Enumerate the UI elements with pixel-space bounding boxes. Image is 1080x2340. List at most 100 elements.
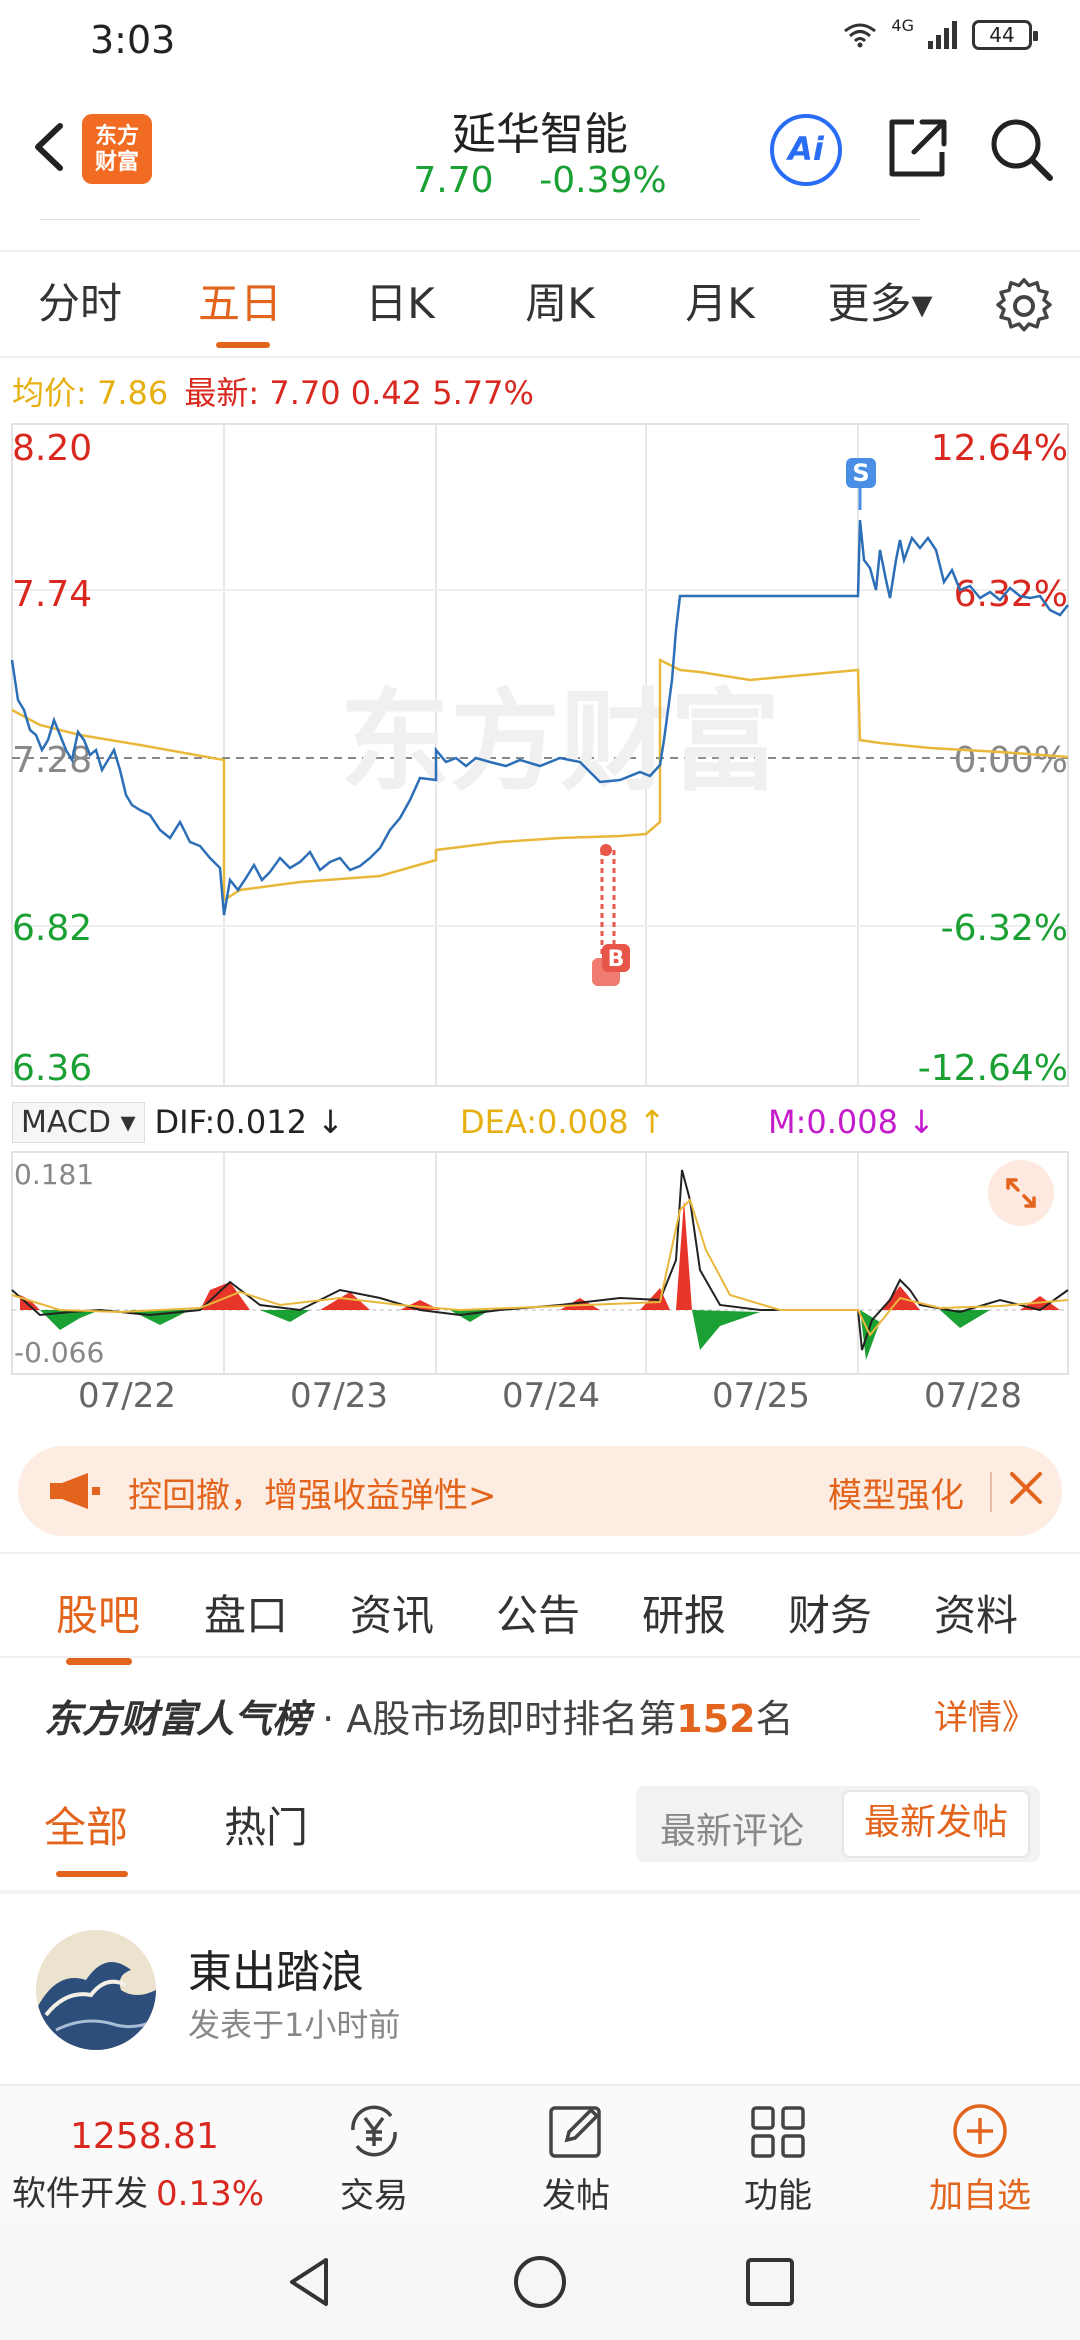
ai-assistant-button[interactable]: Ai xyxy=(770,114,842,186)
tab-daily-k[interactable]: 日K xyxy=(320,250,480,358)
popularity-ranking: 东方财富人气榜 · A股市场即时排名第152名 xyxy=(44,1688,794,1743)
battery-icon: 44 xyxy=(972,20,1038,50)
plus-circle-icon xyxy=(953,2104,1007,2158)
tab-finance[interactable]: 财务 xyxy=(788,1582,872,1643)
tab-pankou[interactable]: 盘口 xyxy=(204,1582,288,1643)
promo-text: 控回撤，增强收益弹性> xyxy=(128,1476,497,1516)
tab-research[interactable]: 研报 xyxy=(642,1582,726,1643)
macd-histogram xyxy=(20,1200,1060,1360)
back-triangle-icon[interactable] xyxy=(280,2252,340,2312)
sell-marker-label: S xyxy=(852,459,869,487)
sort-toggle: 最新评论 最新发帖 xyxy=(636,1786,1040,1862)
date-label-1: 07/23 xyxy=(290,1376,388,1416)
tab-guba[interactable]: 股吧 xyxy=(56,1582,140,1665)
filter-hot[interactable]: 热门 xyxy=(224,1794,308,1855)
y-right-0: 12.64% xyxy=(931,428,1068,469)
post-item[interactable]: 東出踏浪 发表于1小时前 xyxy=(0,1894,1080,2094)
promo-divider xyxy=(990,1472,992,1512)
sector-pct: 0.13% xyxy=(156,2174,265,2214)
nav-trade-label: 交易 xyxy=(340,2176,408,2216)
nav-functions[interactable]: 功能 xyxy=(718,2100,838,2217)
home-circle-icon[interactable] xyxy=(510,2252,570,2312)
nav-post[interactable]: 发帖 xyxy=(516,2100,636,2217)
tab-more[interactable]: 更多▾ xyxy=(800,250,960,358)
tab-five-day[interactable]: 五日 xyxy=(160,250,320,358)
status-time: 3:03 xyxy=(90,18,176,62)
compose-icon xyxy=(549,2106,601,2158)
date-label-0: 07/22 xyxy=(78,1376,176,1416)
macd-dea: DEA:0.008 ↑ xyxy=(460,1103,666,1141)
yen-refresh-icon xyxy=(351,2105,397,2157)
ranking-text-before: A股市场即时排名第 xyxy=(346,1697,677,1741)
tab-weekly-k[interactable]: 周K xyxy=(480,250,640,358)
sector-name: 软件开发 xyxy=(12,2174,148,2214)
macd-m: M:0.008 ↓ xyxy=(768,1103,935,1141)
avg-label: 均价: xyxy=(12,374,87,412)
latest-label: 最新: xyxy=(184,374,260,412)
tab-profile[interactable]: 资料 xyxy=(934,1582,1018,1643)
stock-price: 7.70 xyxy=(413,160,494,201)
nav-add-watchlist-label: 加自选 xyxy=(929,2176,1031,2216)
expand-icon[interactable] xyxy=(988,1160,1054,1226)
tab-monthly-k[interactable]: 月K xyxy=(640,250,800,358)
y-left-2: 7.28 xyxy=(12,740,92,781)
date-label-4: 07/28 xyxy=(924,1376,1022,1416)
y-right-1: 6.32% xyxy=(954,574,1068,615)
news-ticker-strip xyxy=(0,212,1080,220)
indicator-selector[interactable]: MACD ▾ xyxy=(12,1101,145,1143)
tab-intraday[interactable]: 分时 xyxy=(0,250,160,358)
macd-ymin: -0.066 xyxy=(14,1336,104,1369)
post-time: 发表于1小时前 xyxy=(188,2006,401,2044)
buy-marker-label: B xyxy=(608,947,625,972)
latest-change: 0.42 xyxy=(350,374,423,412)
sell-marker[interactable]: S xyxy=(846,458,876,510)
tab-news[interactable]: 资讯 xyxy=(350,1582,434,1643)
promo-banner[interactable]: 控回撤，增强收益弹性> 模型强化 xyxy=(18,1446,1062,1536)
chart-period-tabs: 分时 五日 日K 周K 月K 更多▾ xyxy=(0,250,1080,358)
nav-post-label: 发帖 xyxy=(542,2176,610,2216)
avatar[interactable] xyxy=(36,1930,156,2050)
sort-latest-post[interactable]: 最新发帖 xyxy=(842,1790,1031,1858)
recents-square-icon[interactable] xyxy=(740,2252,800,2312)
macd-legend: MACD ▾ DIF:0.012 ↓ DEA:0.008 ↑ M:0.008 ↓ xyxy=(12,1098,935,1146)
tab-announcements[interactable]: 公告 xyxy=(496,1582,580,1643)
post-username[interactable]: 東出踏浪 xyxy=(188,1936,364,2000)
section-tabs: 股吧 盘口 资讯 公告 研报 财务 资料 xyxy=(0,1552,1080,1665)
share-icon[interactable] xyxy=(884,116,950,182)
system-navigation-bar xyxy=(0,2224,1080,2340)
date-label-3: 07/25 xyxy=(712,1376,810,1416)
gear-icon[interactable] xyxy=(996,278,1052,334)
sort-latest-comment[interactable]: 最新评论 xyxy=(660,1802,804,1854)
buy-marker[interactable]: B xyxy=(592,844,630,986)
megaphone-icon xyxy=(50,1473,100,1509)
nav-trade[interactable]: 交易 xyxy=(314,2100,434,2217)
latest-change-pct: 5.77% xyxy=(432,374,534,412)
sector-index-value[interactable]: 1258.81 xyxy=(70,2116,219,2157)
network-label: 4G xyxy=(891,15,914,35)
promo-right-text: 模型强化 xyxy=(828,1476,964,1516)
stock-header: 东方 财富 延华智能 7.70 -0.39% Ai xyxy=(0,84,1080,214)
macd-chart-frame xyxy=(11,1151,1069,1375)
filter-all[interactable]: 全部 xyxy=(44,1794,129,1877)
wifi-icon xyxy=(844,23,877,48)
ranking-number: 152 xyxy=(676,1697,756,1741)
y-left-0: 8.20 xyxy=(12,428,92,469)
status-icons: 4G 44 xyxy=(843,16,1038,50)
avg-value: 7.86 xyxy=(96,374,169,412)
macd-dif-line xyxy=(11,1169,1069,1351)
y-right-3: -6.32% xyxy=(941,908,1068,949)
date-label-2: 07/24 xyxy=(502,1376,600,1416)
close-icon[interactable] xyxy=(1006,1468,1046,1508)
ranking-detail-link[interactable]: 详情》 xyxy=(934,1690,1036,1739)
y-left-1: 7.74 xyxy=(12,574,92,615)
macd-ymax: 0.181 xyxy=(14,1158,94,1191)
date-axis: 07/22 07/23 07/24 07/25 07/28 xyxy=(0,1376,1080,1426)
y-left-4: 6.36 xyxy=(12,1048,92,1089)
y-right-2: 0.00% xyxy=(954,740,1068,781)
ranking-dot: · xyxy=(322,1697,335,1741)
sector-index[interactable]: 软件开发 0.13% xyxy=(12,2166,264,2215)
nav-add-watchlist[interactable]: 加自选 xyxy=(920,2100,1040,2217)
five-day-chart[interactable]: 东方财富 8.20 7.74 7.28 6.82 6.36 12.64% 6.3… xyxy=(0,410,1080,1430)
search-icon[interactable] xyxy=(986,114,1056,184)
post-filter-tabs: 全部 热门 最新评论 最新发帖 xyxy=(0,1786,1080,1892)
